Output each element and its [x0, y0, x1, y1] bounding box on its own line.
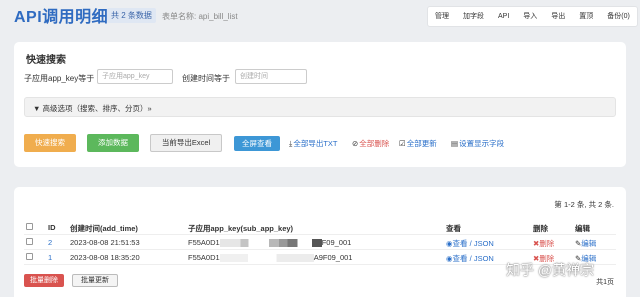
- delete-all-link[interactable]: ⊘全部删除: [352, 138, 389, 149]
- menu-pin-top[interactable]: 置顶: [572, 7, 600, 26]
- fullscreen-button[interactable]: 全屏查看: [234, 136, 280, 151]
- zhihu-watermark: 知乎 @黄禅宗: [506, 262, 595, 278]
- record-count-badge: 共 2 条数据: [107, 8, 156, 23]
- export-excel-button[interactable]: 当前导出Excel: [150, 134, 222, 152]
- table-row: 2 2023-08-08 21:51:53 F55A0D1 F09_001 ◉查看…: [24, 235, 616, 249]
- menu-add-field[interactable]: 加字段: [456, 7, 491, 26]
- batch-delete-button[interactable]: 批量删除: [24, 274, 64, 287]
- results-panel: 第 1-2 条, 共 2 条. ID 创建时间(add_time) 子应用app…: [14, 187, 626, 297]
- ban-icon: ⊘: [352, 139, 359, 148]
- top-menu: 管理 加字段 API 导入 导出 置顶 备份(0): [427, 6, 638, 27]
- col-sub-app-key[interactable]: 子应用app_key(sub_app_key): [188, 223, 293, 234]
- menu-backup[interactable]: 备份(0): [600, 7, 637, 26]
- row-edit-link[interactable]: ✎编辑: [575, 238, 596, 249]
- row-id-link[interactable]: 1: [48, 253, 52, 262]
- table-header-row: ID 创建时间(add_time) 子应用app_key(sub_app_key…: [24, 220, 616, 234]
- add-data-button[interactable]: 添加数据: [87, 134, 139, 152]
- redaction-mask: [219, 239, 322, 248]
- row-delete-link[interactable]: ✖删除: [533, 238, 554, 249]
- export-txt-link[interactable]: ⤓全部导出TXT: [289, 138, 338, 149]
- pager-summary: 第 1-2 条, 共 2 条.: [554, 200, 614, 209]
- app-key-label: 子应用app_key等于: [24, 74, 95, 83]
- page-title: API调用明细: [14, 9, 109, 26]
- row-checkbox[interactable]: [26, 253, 33, 260]
- quick-search-button[interactable]: 快速搜索: [24, 134, 76, 152]
- menu-import[interactable]: 导入: [516, 7, 544, 26]
- batch-update-button[interactable]: 批量更新: [72, 274, 118, 287]
- row-sub-app-key: F55A0D1 F09_001: [188, 238, 352, 248]
- select-all-checkbox[interactable]: [26, 223, 33, 230]
- row-view-link[interactable]: ◉查看 / JSON: [446, 253, 494, 264]
- menu-export[interactable]: 导出: [544, 7, 572, 26]
- col-id[interactable]: ID: [48, 223, 56, 232]
- create-time-label: 创建时间等于: [182, 74, 230, 83]
- redaction-mask: [219, 254, 314, 263]
- app-key-input[interactable]: [97, 69, 173, 84]
- create-time-input[interactable]: [235, 69, 307, 84]
- advanced-options-toggle[interactable]: ▼ 高级选项（搜索、排序、分页）»: [24, 97, 616, 117]
- col-edit: 编辑: [575, 224, 590, 233]
- search-panel: 快速搜索 子应用app_key等于 创建时间等于 ▼ 高级选项（搜索、排序、分页…: [14, 42, 626, 167]
- advanced-options-label: 高级选项（搜索、排序、分页）»: [42, 104, 152, 113]
- menu-api[interactable]: API: [491, 7, 516, 26]
- row-create-time: 2023-08-08 18:35:20: [70, 253, 140, 262]
- row-id-link[interactable]: 2: [48, 238, 52, 247]
- list-icon: ▤: [451, 139, 459, 148]
- set-fields-link[interactable]: ▤设置显示字段: [451, 138, 504, 149]
- row-checkbox[interactable]: [26, 238, 33, 245]
- menu-manage[interactable]: 管理: [428, 7, 456, 26]
- col-view: 查看: [446, 224, 461, 233]
- download-icon: ⤓: [289, 139, 293, 148]
- page-count: 共1页: [596, 279, 614, 286]
- search-panel-title: 快速搜索: [26, 55, 66, 66]
- row-sub-app-key: F55A0D1 A9F09_001: [188, 253, 353, 263]
- row-create-time: 2023-08-08 21:51:53: [70, 238, 140, 247]
- edit-check-icon: ☑: [399, 139, 406, 148]
- col-delete: 删除: [533, 224, 548, 233]
- page-header: API调用明细 共 2 条数据 表单名称: api_bill_list 管理 加…: [0, 0, 640, 32]
- table-name-label: 表单名称: api_bill_list: [162, 12, 238, 21]
- update-all-link[interactable]: ☑全部更新: [399, 138, 437, 149]
- row-view-link[interactable]: ◉查看 / JSON: [446, 238, 494, 249]
- filter-icon: ▼: [33, 104, 41, 113]
- col-create-time[interactable]: 创建时间(add_time): [70, 223, 138, 234]
